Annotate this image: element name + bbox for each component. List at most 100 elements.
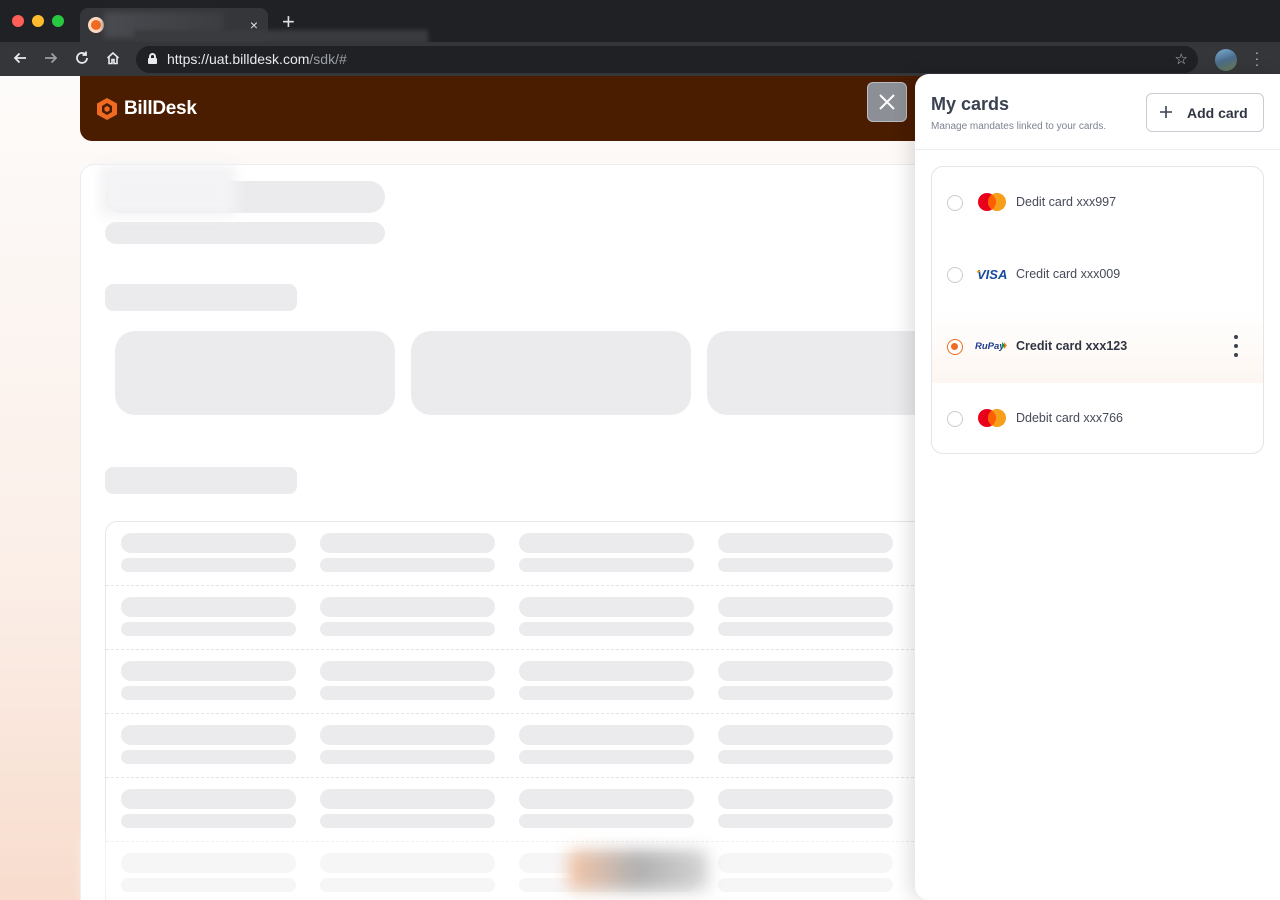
skeleton-cell: [320, 814, 495, 828]
skeleton-cell: [121, 622, 296, 636]
rupay-logo-icon: RuPay: [975, 341, 1007, 352]
browser-tab-bar: × +: [0, 0, 1280, 44]
plus-icon: [1159, 101, 1173, 124]
back-icon[interactable]: [11, 50, 29, 71]
profile-avatar[interactable]: [1215, 49, 1237, 71]
card-item[interactable]: VISA Credit card xxx009: [932, 239, 1263, 311]
card-item[interactable]: Dedit card xxx997: [932, 167, 1263, 239]
menu-icon[interactable]: · · ·: [1252, 45, 1262, 71]
skeleton-cell: [320, 558, 495, 572]
address-bar[interactable]: https://uat.billdesk.com/sdk/# ☆: [136, 46, 1198, 73]
home-icon[interactable]: [104, 50, 122, 71]
skeleton-cell: [320, 533, 495, 553]
skeleton-cell: [718, 725, 893, 745]
skeleton-cell: [121, 789, 296, 809]
card-radio[interactable]: [947, 411, 963, 427]
reload-icon[interactable]: [73, 50, 91, 71]
mastercard-logo-icon: [978, 193, 1006, 211]
window-maximize-button[interactable]: [52, 15, 64, 27]
main-content-skeleton: [80, 164, 1005, 900]
skeleton-cell: [718, 661, 893, 681]
more-options-icon[interactable]: [1228, 333, 1244, 359]
skeleton-cell: [121, 533, 296, 553]
svg-text:RuPay: RuPay: [975, 341, 1005, 352]
skeleton-cell: [718, 622, 893, 636]
redacted-area: [568, 850, 708, 890]
brand-name: BillDesk: [124, 98, 197, 119]
card-item-selected[interactable]: RuPay Credit card xxx123: [932, 311, 1263, 383]
skeleton-cell: [718, 533, 893, 553]
mastercard-logo-icon: [978, 409, 1006, 427]
add-card-label: Add card: [1187, 105, 1248, 121]
skeleton-section-label: [105, 284, 297, 311]
panel-title: My cards: [931, 94, 1010, 114]
skeleton-cell: [519, 622, 694, 636]
skeleton-cell: [519, 533, 694, 553]
window-minimize-button[interactable]: [32, 15, 44, 27]
skeleton-cell: [320, 725, 495, 745]
redacted-area: [100, 164, 236, 216]
skeleton-cell: [718, 686, 893, 700]
close-panel-button[interactable]: [867, 82, 907, 122]
skeleton-cell: [519, 725, 694, 745]
add-card-button[interactable]: Add card: [1146, 93, 1264, 132]
card-list: Dedit card xxx997 VISA Credit card xxx00…: [931, 166, 1264, 454]
card-item[interactable]: Ddebit card xxx766: [932, 383, 1263, 453]
skeleton-section-label: [105, 467, 297, 494]
skeleton-cell: [121, 686, 296, 700]
skeleton-cell: [121, 597, 296, 617]
skeleton-cell: [718, 789, 893, 809]
row-divider: [106, 713, 1004, 714]
row-divider: [106, 649, 1004, 650]
skeleton-subtitle: [105, 222, 385, 244]
card-label: Credit card xxx123: [1016, 339, 1128, 353]
skeleton-cell: [320, 789, 495, 809]
skeleton-cell: [121, 750, 296, 764]
skeleton-cell: [718, 558, 893, 572]
skeleton-cell: [519, 814, 694, 828]
skeleton-cell: [718, 814, 893, 828]
lock-icon: [148, 53, 157, 64]
card-label: Credit card xxx009: [1016, 267, 1121, 281]
browser-toolbar: https://uat.billdesk.com/sdk/# ☆ · · ·: [0, 42, 1280, 76]
visa-logo-icon: VISA: [976, 267, 1007, 282]
favicon-icon: [88, 17, 104, 33]
brand-header: BillDesk: [80, 76, 980, 141]
skeleton-cell: [121, 661, 296, 681]
skeleton-tile: [115, 331, 395, 415]
panel-subtitle: Manage mandates linked to your cards.: [931, 121, 1107, 132]
skeleton-cell: [519, 789, 694, 809]
billdesk-logo-icon: [97, 98, 117, 120]
card-radio[interactable]: [947, 267, 963, 283]
close-icon: [879, 94, 895, 110]
skeleton-cell: [121, 558, 296, 572]
skeleton-cell: [121, 725, 296, 745]
url-text: https://uat.billdesk.com/sdk/#: [167, 51, 347, 67]
skeleton-cell: [320, 661, 495, 681]
skeleton-cell: [519, 558, 694, 572]
row-divider: [106, 777, 1004, 778]
svg-text:VISA: VISA: [977, 267, 1007, 282]
skeleton-cell: [320, 686, 495, 700]
panel-header: My cards Manage mandates linked to your …: [915, 74, 1280, 150]
skeleton-cell: [519, 597, 694, 617]
skeleton-cell: [320, 622, 495, 636]
blurred-footer: [82, 836, 912, 900]
row-divider: [106, 585, 1004, 586]
card-label: Dedit card xxx997: [1016, 195, 1117, 209]
skeleton-tile: [411, 331, 691, 415]
forward-icon[interactable]: [42, 50, 60, 71]
skeleton-cell: [519, 750, 694, 764]
window-close-button[interactable]: [12, 15, 24, 27]
skeleton-cell: [320, 750, 495, 764]
card-radio-selected[interactable]: [947, 339, 963, 355]
skeleton-cell: [519, 686, 694, 700]
skeleton-cell: [519, 661, 694, 681]
my-cards-panel: My cards Manage mandates linked to your …: [915, 74, 1280, 900]
skeleton-cell: [121, 814, 296, 828]
card-radio[interactable]: [947, 195, 963, 211]
skeleton-cell: [320, 597, 495, 617]
star-icon[interactable]: ☆: [1175, 50, 1188, 68]
card-label: Ddebit card xxx766: [1016, 411, 1124, 425]
skeleton-cell: [718, 597, 893, 617]
